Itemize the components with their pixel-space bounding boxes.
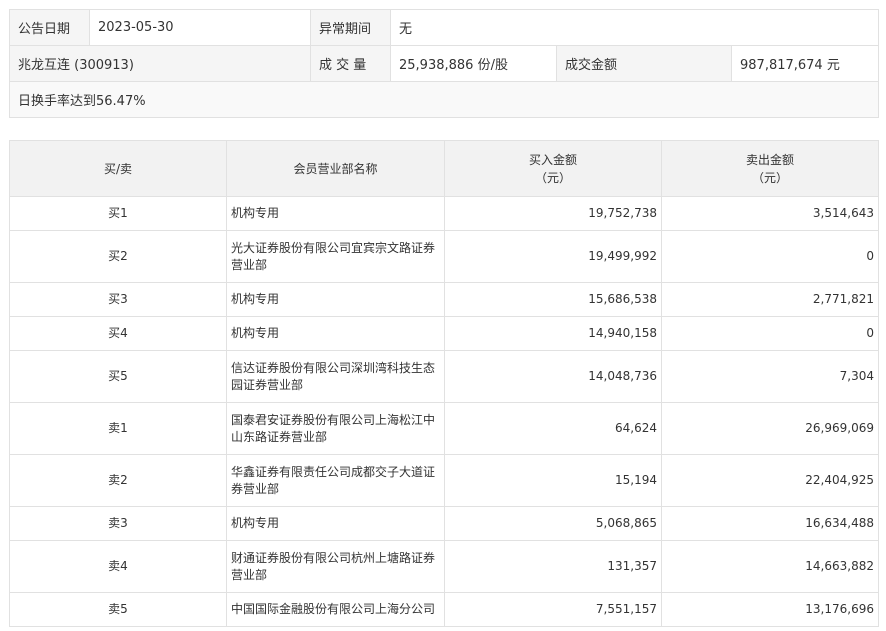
row-buy-amount: 15,686,538 [444,282,662,317]
header-name: 会员营业部名称 [226,140,445,197]
row-buy-amount: 19,499,992 [444,230,662,283]
row-sell-amount: 2,771,821 [661,282,879,317]
table-header-row: 买/卖 会员营业部名称 买入金额 （元） 卖出金额 （元） [9,140,879,197]
row-broker-name: 光大证券股份有限公司宜宾宗文路证券营业部 [226,230,445,283]
amount-label: 成交金额 [556,45,732,82]
row-sell-amount: 3,514,643 [661,196,879,231]
row-sell-amount: 0 [661,316,879,351]
row-sell-amount: 13,176,696 [661,592,879,627]
row-sell-amount: 7,304 [661,350,879,403]
row-broker-name: 财通证券股份有限公司杭州上塘路证券营业部 [226,540,445,593]
row-broker-name: 机构专用 [226,316,445,351]
row-sell-amount: 14,663,882 [661,540,879,593]
header-sell: 卖出金额 （元） [661,140,879,197]
row-buy-amount: 131,357 [444,540,662,593]
trade-detail-table: 买/卖 会员营业部名称 买入金额 （元） 卖出金额 （元） 买1 机构专用 19… [9,140,879,627]
row-sell-amount: 0 [661,230,879,283]
row-broker-name: 国泰君安证券股份有限公司上海松江中山东路证券营业部 [226,402,445,455]
row-broker-name: 机构专用 [226,506,445,541]
table-row: 卖2 华鑫证券有限责任公司成都交子大道证券营业部 15,194 22,404,9… [9,454,879,507]
table-row: 卖5 中国国际金融股份有限公司上海分公司 7,551,157 13,176,69… [9,592,879,627]
table-row: 卖1 国泰君安证券股份有限公司上海松江中山东路证券营业部 64,624 26,9… [9,402,879,455]
row-side: 买3 [9,282,227,317]
table-row: 买2 光大证券股份有限公司宜宾宗文路证券营业部 19,499,992 0 [9,230,879,283]
header-sell-title: 卖出金额 [745,152,794,167]
row-side: 卖5 [9,592,227,627]
table-row: 买3 机构专用 15,686,538 2,771,821 [9,282,879,317]
row-buy-amount: 64,624 [444,402,662,455]
row-buy-amount: 15,194 [444,454,662,507]
stock-name: 兆龙互连 (300913) [9,45,311,82]
header-buy: 买入金额 （元） [444,140,662,197]
row-side: 买1 [9,196,227,231]
reason-text: 日换手率达到56.47% [8,81,880,118]
volume-value: 25,938,886 份/股 [390,45,557,82]
volume-label: 成 交 量 [310,45,391,82]
date-label: 公告日期 [9,9,90,46]
table-row: 买5 信达证券股份有限公司深圳湾科技生态园证券营业部 14,048,736 7,… [9,350,879,403]
row-sell-amount: 26,969,069 [661,402,879,455]
row-side: 卖3 [9,506,227,541]
period-label: 异常期间 [310,9,391,46]
row-buy-amount: 14,048,736 [444,350,662,403]
row-side: 买4 [9,316,227,351]
table-row: 卖3 机构专用 5,068,865 16,634,488 [9,506,879,541]
table-row: 卖4 财通证券股份有限公司杭州上塘路证券营业部 131,357 14,663,8… [9,540,879,593]
row-side: 买5 [9,350,227,403]
header-buy-unit: （元） [534,170,571,185]
row-buy-amount: 7,551,157 [444,592,662,627]
row-broker-name: 中国国际金融股份有限公司上海分公司 [226,592,445,627]
table-row: 买4 机构专用 14,940,158 0 [9,316,879,351]
row-side: 卖1 [9,402,227,455]
header-buy-title: 买入金额 [528,152,577,167]
row-buy-amount: 14,940,158 [444,316,662,351]
header-side: 买/卖 [9,140,227,197]
amount-value: 987,817,674 元 [730,45,880,82]
row-broker-name: 华鑫证券有限责任公司成都交子大道证券营业部 [226,454,445,507]
row-sell-amount: 22,404,925 [661,454,879,507]
row-broker-name: 机构专用 [226,282,445,317]
announcement-info-table: 公告日期 2023-05-30 异常期间 无 兆龙互连 (300913) 成 交… [8,9,880,118]
row-side: 买2 [9,230,227,283]
row-side: 卖4 [9,540,227,593]
date-value: 2023-05-30 [89,9,311,46]
row-broker-name: 机构专用 [226,196,445,231]
row-buy-amount: 5,068,865 [444,506,662,541]
row-broker-name: 信达证券股份有限公司深圳湾科技生态园证券营业部 [226,350,445,403]
table-row: 买1 机构专用 19,752,738 3,514,643 [9,196,879,231]
row-buy-amount: 19,752,738 [444,196,662,231]
header-sell-unit: （元） [751,170,788,185]
row-sell-amount: 16,634,488 [661,506,879,541]
period-value: 无 [389,9,880,46]
row-side: 卖2 [9,454,227,507]
